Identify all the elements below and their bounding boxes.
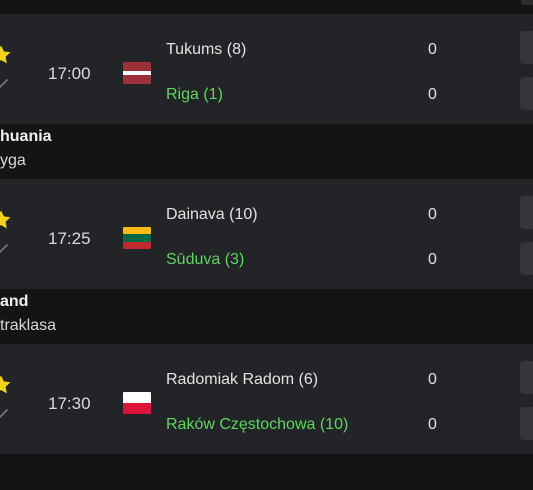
match-time: 17:30 (48, 394, 91, 413)
away-score: 0 (428, 86, 437, 103)
league-header[interactable]: huania yga (0, 124, 533, 179)
top-strip (0, 0, 533, 14)
away-score: 0 (428, 416, 437, 433)
match-time: 17:25 (48, 229, 91, 248)
home-score: 0 (428, 206, 437, 223)
home-team[interactable]: Dainava (10) (166, 206, 258, 224)
league-country: huania (0, 128, 52, 145)
home-team[interactable]: Tukums (8) (166, 41, 246, 59)
favorite-star-icon[interactable] (0, 374, 12, 396)
latvia-flag-icon (123, 62, 151, 84)
match-row[interactable]: 17:00 Tukums (8) Riga (1) 0 0 (0, 14, 533, 124)
odds-button-away[interactable] (520, 407, 533, 440)
league-header[interactable]: and traklasa (0, 289, 533, 344)
expand-icon[interactable] (0, 406, 10, 420)
odds-button-away[interactable] (520, 242, 533, 275)
match-row[interactable]: 17:25 Dainava (10) Sūduva (3) 0 0 (0, 179, 533, 289)
odds-button-home[interactable] (520, 31, 533, 64)
match-row[interactable]: 17:30 Radomiak Radom (6) Raków Częstocho… (0, 344, 533, 454)
favorite-star-icon[interactable] (0, 209, 12, 231)
league-name[interactable]: yga (0, 152, 26, 170)
away-team[interactable]: Sūduva (3) (166, 251, 244, 269)
home-score: 0 (428, 41, 437, 58)
home-team[interactable]: Radomiak Radom (6) (166, 371, 318, 389)
league-name[interactable]: traklasa (0, 317, 56, 335)
away-score: 0 (428, 251, 437, 268)
poland-flag-icon (123, 392, 151, 414)
odds-button-home[interactable] (520, 361, 533, 394)
expand-icon[interactable] (0, 241, 10, 255)
favorite-star-icon[interactable] (0, 44, 12, 66)
match-time: 17:00 (48, 64, 91, 83)
odds-button-away[interactable] (520, 77, 533, 110)
away-team[interactable]: Raków Częstochowa (10) (166, 416, 348, 434)
lithuania-flag-icon (123, 227, 151, 249)
odds-button-edge[interactable] (521, 0, 533, 5)
expand-icon[interactable] (0, 76, 10, 90)
odds-button-home[interactable] (520, 196, 533, 229)
league-country: and (0, 293, 29, 310)
away-team[interactable]: Riga (1) (166, 86, 223, 104)
home-score: 0 (428, 371, 437, 388)
